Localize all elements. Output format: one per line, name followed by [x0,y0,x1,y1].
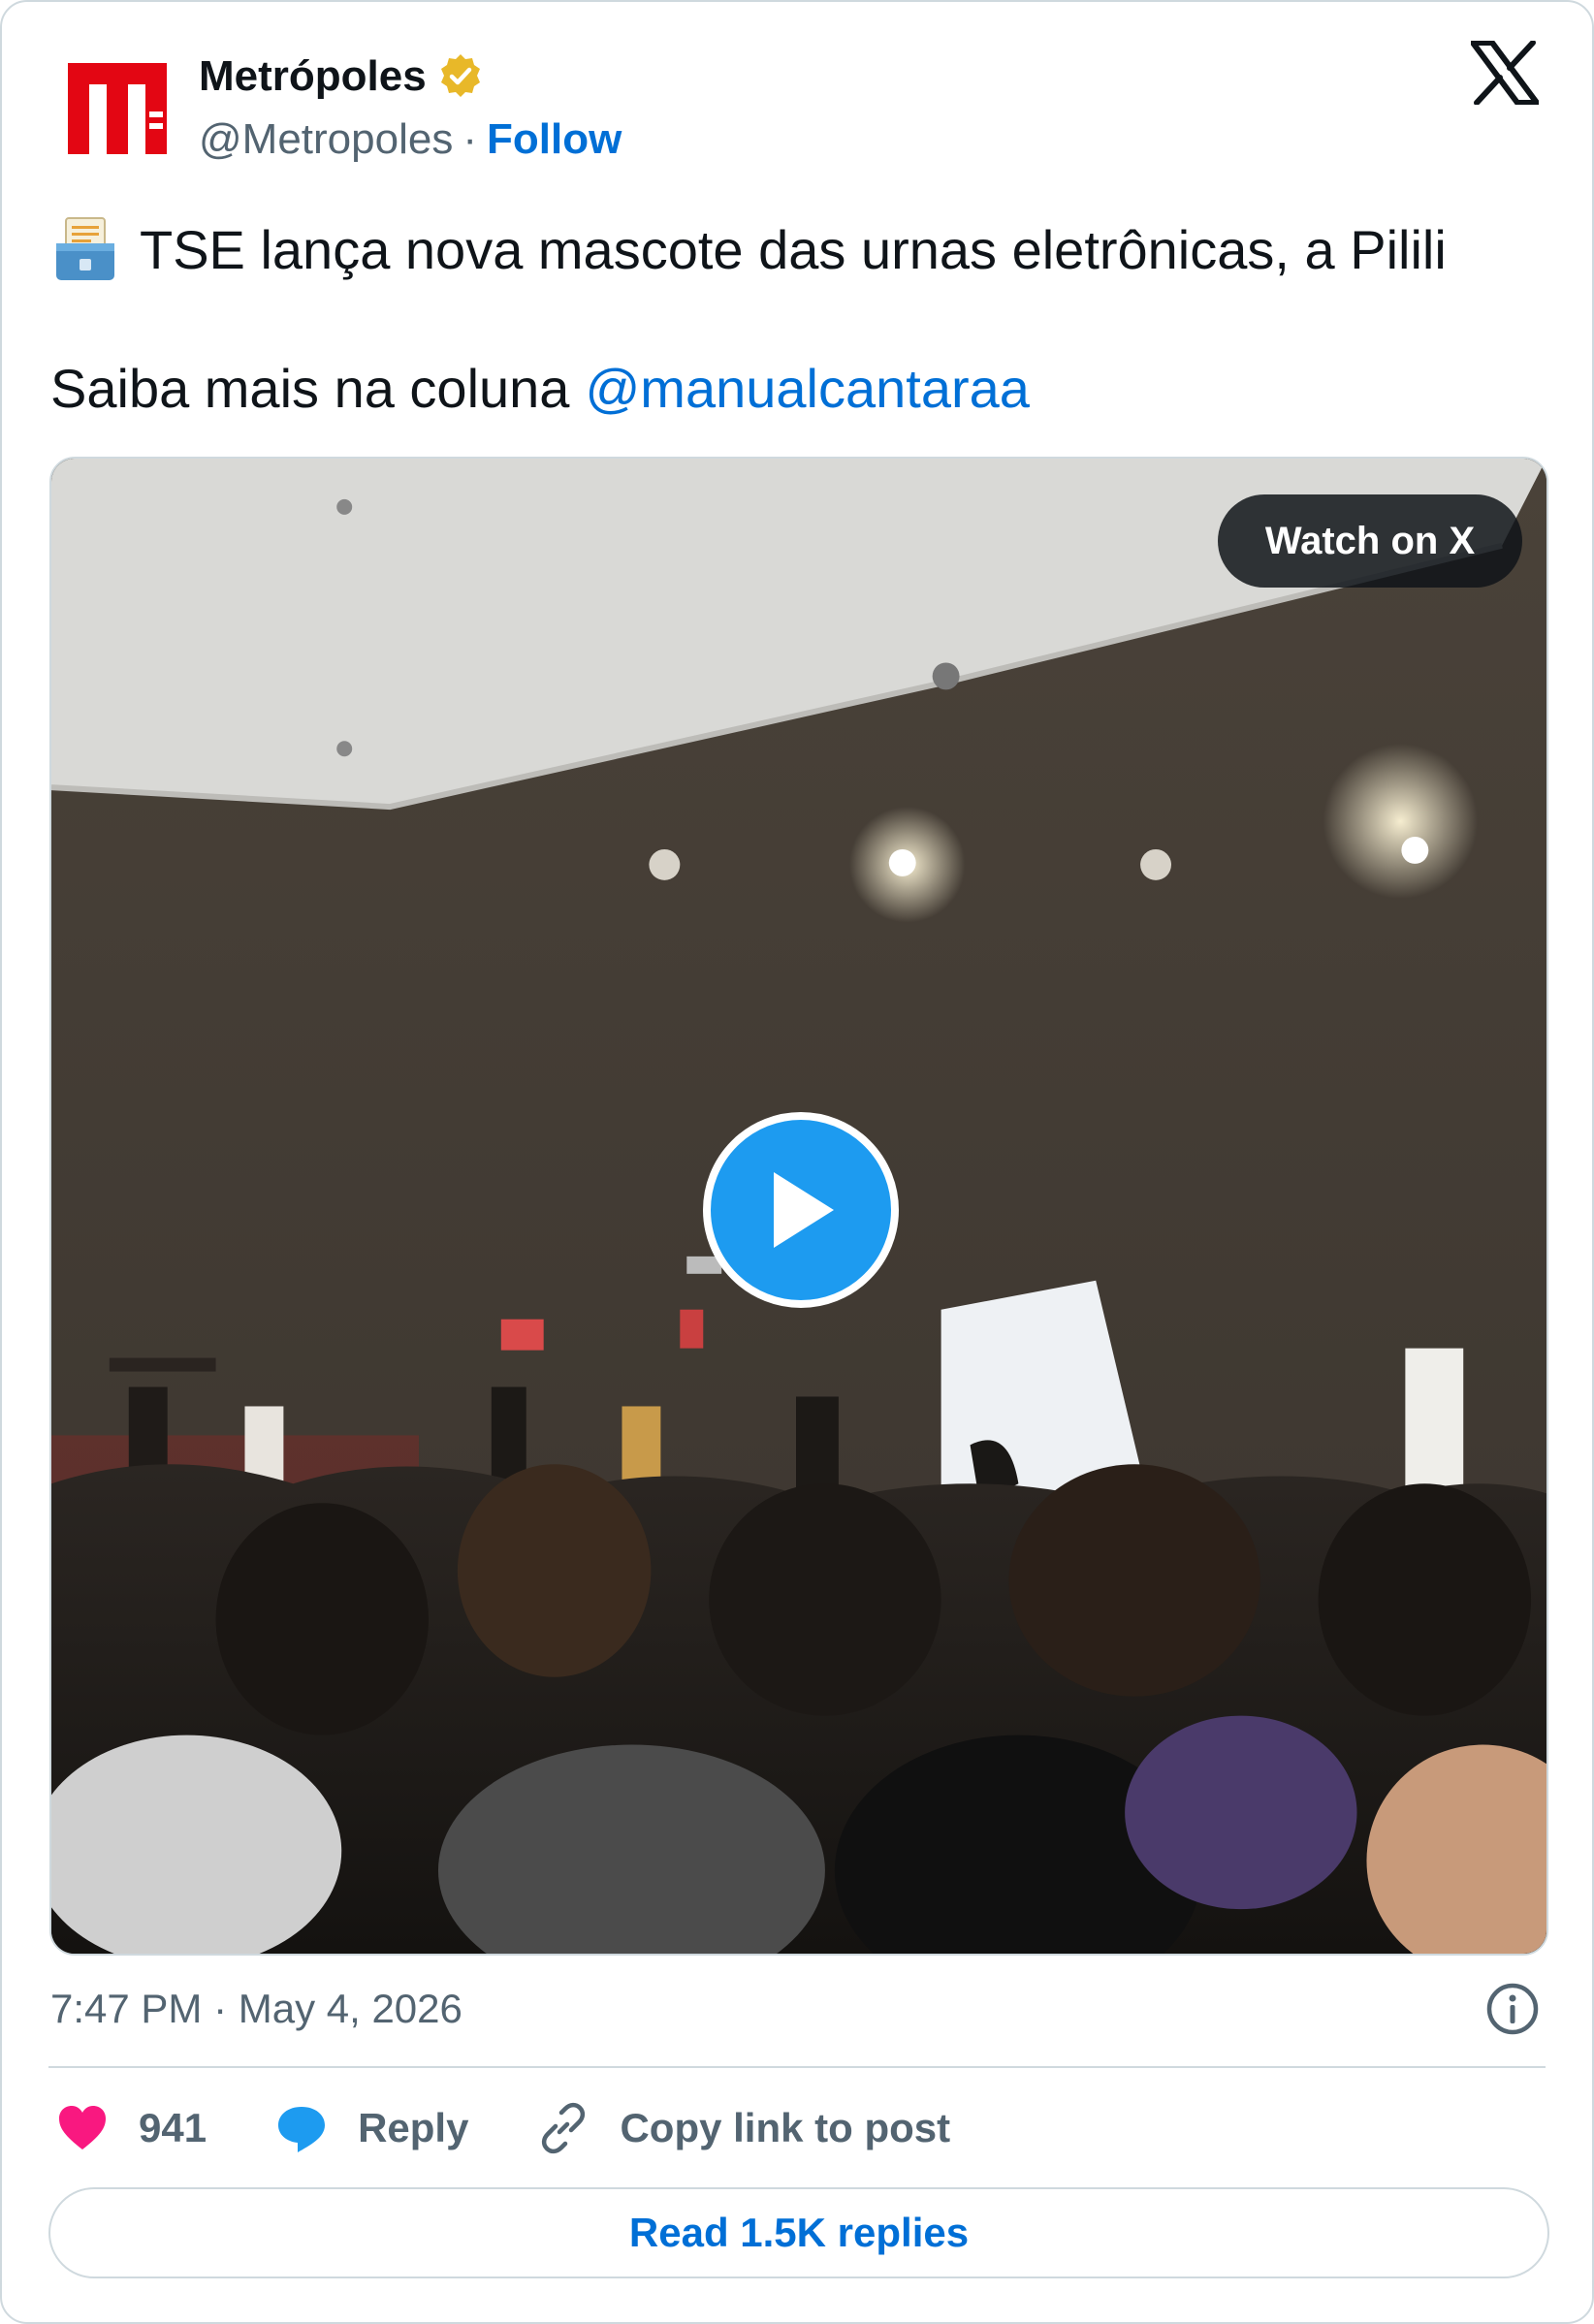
play-icon [774,1172,834,1248]
author-name[interactable]: Metrópoles [199,52,427,101]
heart-icon [59,2106,106,2149]
tweet-text-line2: Saiba mais na coluna @manualcantaraa [50,349,1030,427]
video-media[interactable]: Watch on X [49,457,1548,1956]
read-replies-button[interactable]: Read 1.5K replies [48,2187,1549,2278]
metropoles-avatar[interactable] [60,55,175,162]
watch-on-x-button[interactable]: Watch on X [1218,494,1522,588]
like-action[interactable]: 941 [55,2101,207,2155]
actions-bar: 941 Reply Copy link to post [55,2096,1018,2160]
tweet-text-line1: TSE lança nova mascote das urnas eletrôn… [50,210,1447,288]
tweet-headline: TSE lança nova mascote das urnas eletrôn… [140,218,1447,280]
info-icon[interactable] [1485,1982,1540,2036]
play-button[interactable] [703,1112,899,1308]
x-logo-icon[interactable] [1471,41,1539,105]
author-name-row: Metrópoles [199,48,485,105]
reply-action[interactable]: Reply [274,2101,468,2155]
like-count: 941 [139,2105,207,2150]
mention-link[interactable]: @manualcantaraa [585,357,1029,420]
divider [48,2066,1546,2068]
author-handle-row: @Metropoles · Follow [199,111,622,169]
verified-badge-icon [440,54,480,97]
ballot-box-emoji-icon [56,217,114,280]
tweet-more-text: Saiba mais na coluna [50,357,570,419]
reply-bubble-icon [278,2107,326,2152]
reply-label: Reply [358,2105,469,2150]
copy-link-action[interactable]: Copy link to post [536,2101,950,2155]
tweet-card: Metrópoles @Metropoles · Follow TSE lanç… [0,0,1594,2324]
copy-link-label: Copy link to post [620,2105,951,2150]
follow-button[interactable]: Follow [487,115,622,164]
link-icon [542,2102,586,2154]
tweet-timestamp[interactable]: 7:47 PM · May 4, 2026 [50,1980,462,2038]
separator-dot: · [462,115,477,163]
author-handle[interactable]: @Metropoles [199,115,453,164]
